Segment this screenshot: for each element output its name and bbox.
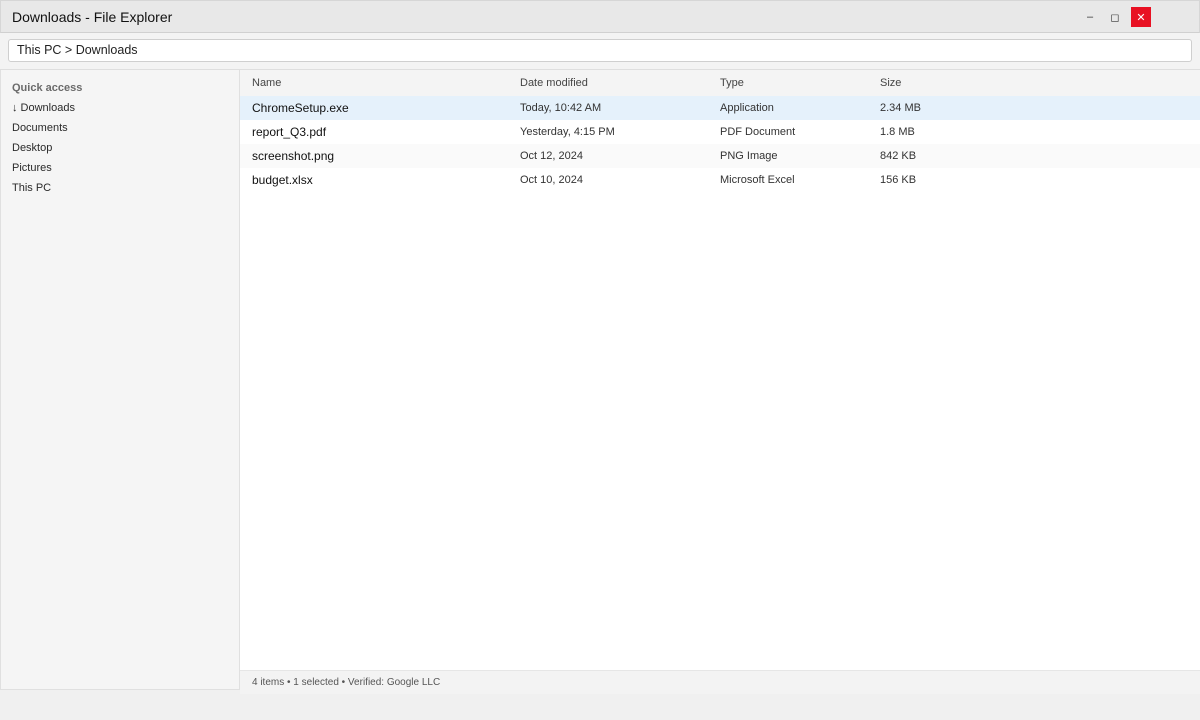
- close-button[interactable]: ✕: [1131, 7, 1151, 27]
- sidebar-item-pictures[interactable]: Pictures: [12, 159, 232, 177]
- file-name: screenshot.png: [252, 149, 335, 163]
- file-size: 1.8 MB: [880, 126, 915, 138]
- status-text: 4 items • 1 selected • Verified: Google …: [252, 677, 441, 688]
- navigation-pane: Quick access ↓ Downloads Documents Deskt…: [0, 70, 240, 690]
- address-bar[interactable]: This PC > Downloads: [8, 39, 1192, 62]
- column-header-name[interactable]: Name: [252, 77, 281, 89]
- sidebar-item-downloads[interactable]: ↓ Downloads: [12, 99, 232, 117]
- sidebar-item-desktop[interactable]: Desktop: [12, 139, 232, 157]
- file-name: report_Q3.pdf: [252, 125, 327, 139]
- file-type: Microsoft Excel: [720, 174, 795, 186]
- file-date: Oct 10, 2024: [520, 174, 583, 186]
- file-name: ChromeSetup.exe: [252, 101, 349, 115]
- file-size: 2.34 MB: [880, 102, 921, 114]
- file-date: Yesterday, 4:15 PM: [520, 126, 615, 138]
- address-row: This PC > Downloads: [0, 33, 1200, 70]
- quick-access-heading: Quick access: [12, 82, 83, 94]
- file-size: 842 KB: [880, 150, 917, 162]
- column-header-type[interactable]: Type: [720, 77, 744, 89]
- file-date: Oct 12, 2024: [520, 150, 583, 162]
- table-row[interactable]: report_Q3.pdf Yesterday, 4:15 PM PDF Doc…: [240, 120, 1200, 144]
- sidebar-item-documents[interactable]: Documents: [12, 119, 232, 137]
- column-header-date-modified[interactable]: Date modified: [520, 77, 588, 89]
- file-explorer-window: Downloads - File Explorer – ◻ ✕ This PC …: [0, 0, 1200, 720]
- column-header-size[interactable]: Size: [880, 77, 901, 89]
- file-name: budget.xlsx: [252, 173, 313, 187]
- file-type: Application: [720, 102, 774, 114]
- status-bar: 4 items • 1 selected • Verified: Google …: [240, 670, 1200, 694]
- file-type: PDF Document: [720, 126, 796, 138]
- file-size: 156 KB: [880, 174, 917, 186]
- minimize-button[interactable]: –: [1080, 7, 1100, 27]
- window-title: Downloads - File Explorer: [12, 9, 173, 25]
- file-list: Name Date modified Type Size ChromeSetup…: [240, 70, 1200, 670]
- table-row[interactable]: budget.xlsx Oct 10, 2024 Microsoft Excel…: [240, 168, 1200, 192]
- sidebar-item-this-pc[interactable]: This PC: [12, 179, 232, 197]
- table-row[interactable]: screenshot.png Oct 12, 2024 PNG Image 84…: [240, 144, 1200, 168]
- table-row[interactable]: ChromeSetup.exe Today, 10:42 AM Applicat…: [240, 96, 1200, 120]
- file-type: PNG Image: [720, 150, 778, 162]
- title-bar: Downloads - File Explorer – ◻ ✕: [0, 0, 1200, 33]
- column-header-row: Name Date modified Type Size: [240, 70, 1200, 96]
- file-date: Today, 10:42 AM: [520, 102, 602, 114]
- maximize-button[interactable]: ◻: [1105, 7, 1125, 27]
